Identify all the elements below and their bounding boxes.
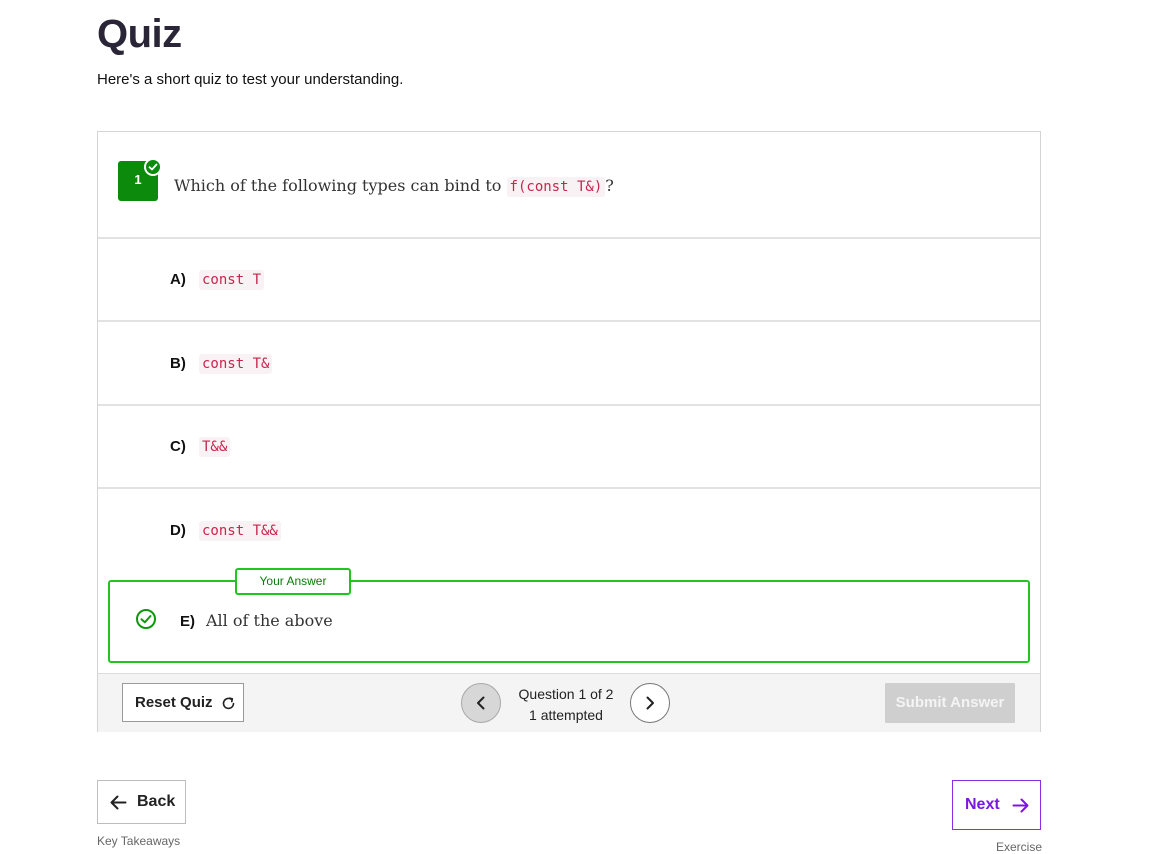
check-circle-icon: [136, 609, 156, 629]
next-target-label: Exercise: [996, 840, 1043, 854]
back-button[interactable]: Back: [97, 780, 186, 824]
option-d[interactable]: D) const T&&: [98, 489, 1040, 571]
arrow-left-icon: [110, 795, 127, 810]
chevron-left-icon: [477, 696, 485, 710]
option-letter: B): [170, 355, 186, 372]
quiz-card: 1 Which of the following types can bind …: [97, 131, 1041, 732]
option-code: const T: [199, 270, 265, 290]
attempted-counter: 1 attempted: [529, 707, 603, 723]
page-subtitle: Here's a short quiz to test your underst…: [97, 71, 404, 88]
back-label: Back: [137, 793, 176, 810]
question-counter: Question 1 of 2: [518, 686, 614, 702]
arrow-right-icon: [1012, 798, 1029, 813]
previous-question-button[interactable]: [461, 683, 501, 723]
option-letter: D): [170, 522, 186, 539]
reset-quiz-button[interactable]: Reset Quiz: [122, 683, 244, 722]
question-text-after: ?: [605, 176, 614, 195]
question-text: Which of the following types can bind to…: [174, 176, 614, 197]
option-code: T&&: [199, 437, 231, 457]
question-header: 1 Which of the following types can bind …: [98, 132, 1040, 239]
option-text: All of the above: [206, 611, 333, 630]
next-question-button[interactable]: [630, 683, 670, 723]
next-label: Next: [965, 796, 1000, 813]
option-e-selected[interactable]: Your Answer E) All of the above: [108, 568, 1030, 663]
option-c[interactable]: C) T&&: [98, 405, 1040, 489]
your-answer-tag: Your Answer: [235, 568, 351, 595]
submit-answer-button[interactable]: Submit Answer: [885, 683, 1015, 723]
next-button[interactable]: Next: [952, 780, 1041, 830]
question-text-before: Which of the following types can bind to: [174, 176, 502, 195]
back-target-label: Key Takeaways: [97, 834, 181, 848]
reset-quiz-label: Reset Quiz: [135, 694, 213, 711]
chevron-right-icon: [646, 696, 654, 710]
option-a[interactable]: A) const T: [98, 238, 1040, 322]
question-code: f(const T&): [506, 177, 606, 197]
option-letter: A): [170, 271, 186, 288]
option-code: const T&&: [199, 521, 281, 541]
option-b[interactable]: B) const T&: [98, 322, 1040, 406]
refresh-icon: [222, 697, 235, 710]
page-title: Quiz: [97, 12, 182, 56]
option-letter: E): [180, 613, 195, 630]
option-letter: C): [170, 438, 186, 455]
check-circle-icon: [144, 158, 162, 176]
quiz-footer: Reset Quiz Question 1 of 2 1 attempted S…: [98, 673, 1040, 732]
question-status: Question 1 of 2 1 attempted: [508, 684, 624, 726]
option-code: const T&: [199, 354, 273, 374]
